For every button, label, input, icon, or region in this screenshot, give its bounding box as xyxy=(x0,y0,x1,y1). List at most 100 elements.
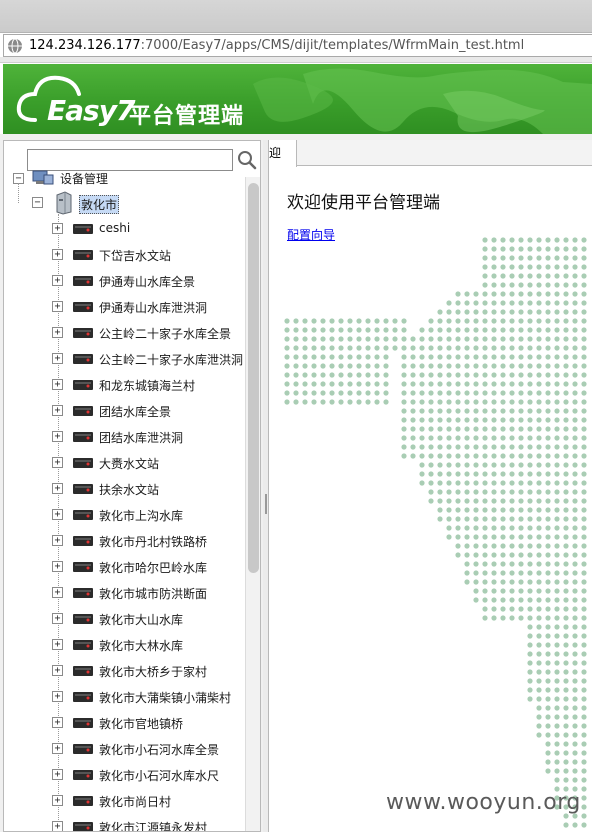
tree-node-device[interactable]: + 敦化市上沟水库 xyxy=(4,502,244,528)
expand-toggle[interactable]: + xyxy=(52,509,63,520)
map-dot xyxy=(473,525,479,531)
map-dot xyxy=(581,318,587,324)
expand-toggle[interactable]: + xyxy=(52,379,63,390)
map-dot xyxy=(284,345,290,351)
map-dot xyxy=(401,381,407,387)
collapse-toggle[interactable]: − xyxy=(32,197,43,208)
expand-toggle[interactable]: + xyxy=(52,457,63,468)
tree-node-device[interactable]: + 敦化市大山水库 xyxy=(4,606,244,632)
tree-node-root[interactable]: − 设备管理 xyxy=(4,169,244,191)
tree-node-device[interactable]: + 敦化市小石河水库全景 xyxy=(4,736,244,762)
map-dot xyxy=(428,426,434,432)
map-dot xyxy=(545,444,551,450)
map-dot xyxy=(410,399,416,405)
map-dot xyxy=(554,570,560,576)
expand-toggle[interactable]: + xyxy=(52,405,63,416)
splitter-grip-icon[interactable] xyxy=(265,494,267,514)
map-dot xyxy=(563,435,569,441)
tree-node-device[interactable]: + 团结水库全景 xyxy=(4,398,244,424)
expand-toggle[interactable]: + xyxy=(52,769,63,780)
map-dot xyxy=(446,408,452,414)
map-dot xyxy=(536,282,542,288)
map-dot xyxy=(527,273,533,279)
expand-toggle[interactable]: + xyxy=(52,275,63,286)
expand-toggle[interactable]: + xyxy=(52,795,63,806)
tree-node-city[interactable]: − 敦化市 xyxy=(4,190,244,216)
tree-node-device[interactable]: + 敦化市小石河水库水尺 xyxy=(4,762,244,788)
tree-node-device[interactable]: + 伊通寿山水库泄洪洞 xyxy=(4,294,244,320)
expand-toggle[interactable]: + xyxy=(52,821,63,831)
map-dot xyxy=(527,399,533,405)
map-dot xyxy=(347,318,353,324)
map-dot xyxy=(581,264,587,270)
url-text[interactable]: 124.234.126.177:7000/Easy7/apps/CMS/diji… xyxy=(29,38,524,53)
map-dot xyxy=(392,318,398,324)
expand-toggle[interactable]: + xyxy=(52,249,63,260)
tree-node-device[interactable]: + 大赉水文站 xyxy=(4,450,244,476)
expand-toggle[interactable]: + xyxy=(52,431,63,442)
tree-node-device[interactable]: + 敦化市大桥乡于家村 xyxy=(4,658,244,684)
map-dot xyxy=(527,345,533,351)
map-dot xyxy=(572,471,578,477)
tree-node-device[interactable]: + 敦化市城市防洪断面 xyxy=(4,580,244,606)
map-dot xyxy=(545,570,551,576)
expand-toggle[interactable]: + xyxy=(52,743,63,754)
map-dot xyxy=(554,345,560,351)
expand-toggle[interactable]: + xyxy=(52,483,63,494)
expand-toggle[interactable]: + xyxy=(52,353,63,364)
map-dot xyxy=(563,561,569,567)
tree-node-device[interactable]: + 和龙东城镇海兰村 xyxy=(4,372,244,398)
map-dot xyxy=(284,372,290,378)
tree-node-device[interactable]: + 敦化市大蒲柴镇小蒲柴村 xyxy=(4,684,244,710)
map-dot xyxy=(491,588,497,594)
expand-toggle[interactable]: + xyxy=(52,717,63,728)
tree-node-device[interactable]: + 公主岭二十家子水库全景 xyxy=(4,320,244,346)
search-icon[interactable] xyxy=(236,149,258,171)
map-dot xyxy=(446,318,452,324)
tree-node-device[interactable]: + 敦化市丹北村铁路桥 xyxy=(4,528,244,554)
map-dot xyxy=(500,372,506,378)
map-dot xyxy=(500,525,506,531)
map-dot xyxy=(581,633,587,639)
tab-strip: 欢迎 xyxy=(269,140,592,167)
map-dot xyxy=(545,291,551,297)
expand-toggle[interactable]: + xyxy=(52,613,63,624)
map-dot xyxy=(473,300,479,306)
map-dot xyxy=(581,678,587,684)
map-dot xyxy=(464,336,470,342)
scrollbar-thumb[interactable] xyxy=(248,183,259,573)
tree-node-device[interactable]: + 敦化市哈尔巴岭水库 xyxy=(4,554,244,580)
tree-node-device[interactable]: + 敦化市大林水库 xyxy=(4,632,244,658)
expand-toggle[interactable]: + xyxy=(52,665,63,676)
map-dot xyxy=(518,444,524,450)
search-input[interactable] xyxy=(27,149,233,171)
address-bar[interactable]: 124.234.126.177:7000/Easy7/apps/CMS/diji… xyxy=(3,34,592,57)
map-dot xyxy=(572,822,578,828)
tree-node-device[interactable]: + 公主岭二十家子水库泄洪洞 xyxy=(4,346,244,372)
tree-node-device[interactable]: + 伊通寿山水库全景 xyxy=(4,268,244,294)
map-dot xyxy=(572,588,578,594)
expand-toggle[interactable]: + xyxy=(52,587,63,598)
tree-node-device[interactable]: + 敦化市江源镇永发村 xyxy=(4,814,244,831)
expand-toggle[interactable]: + xyxy=(52,639,63,650)
tree-node-device[interactable]: + 下岱吉水文站 xyxy=(4,242,244,268)
map-dot xyxy=(527,381,533,387)
expand-toggle[interactable]: + xyxy=(52,561,63,572)
tree-node-device[interactable]: + 敦化市官地镇桥 xyxy=(4,710,244,736)
expand-toggle[interactable]: + xyxy=(52,691,63,702)
tab-welcome[interactable]: 欢迎 xyxy=(269,140,297,167)
map-dot xyxy=(563,381,569,387)
map-dot xyxy=(473,534,479,540)
map-dot xyxy=(545,471,551,477)
tree-node-device[interactable]: + 扶余水文站 xyxy=(4,476,244,502)
map-dot xyxy=(293,363,299,369)
expand-toggle[interactable]: + xyxy=(52,223,63,234)
expand-toggle[interactable]: + xyxy=(52,535,63,546)
tree-node-device[interactable]: + 团结水库泄洪洞 xyxy=(4,424,244,450)
tree-node-device[interactable]: + ceshi xyxy=(4,216,244,242)
tree-node-device[interactable]: + 敦化市尚日村 xyxy=(4,788,244,814)
tree-scrollbar[interactable] xyxy=(245,177,260,831)
map-dot xyxy=(410,336,416,342)
expand-toggle[interactable]: + xyxy=(52,327,63,338)
expand-toggle[interactable]: + xyxy=(52,301,63,312)
